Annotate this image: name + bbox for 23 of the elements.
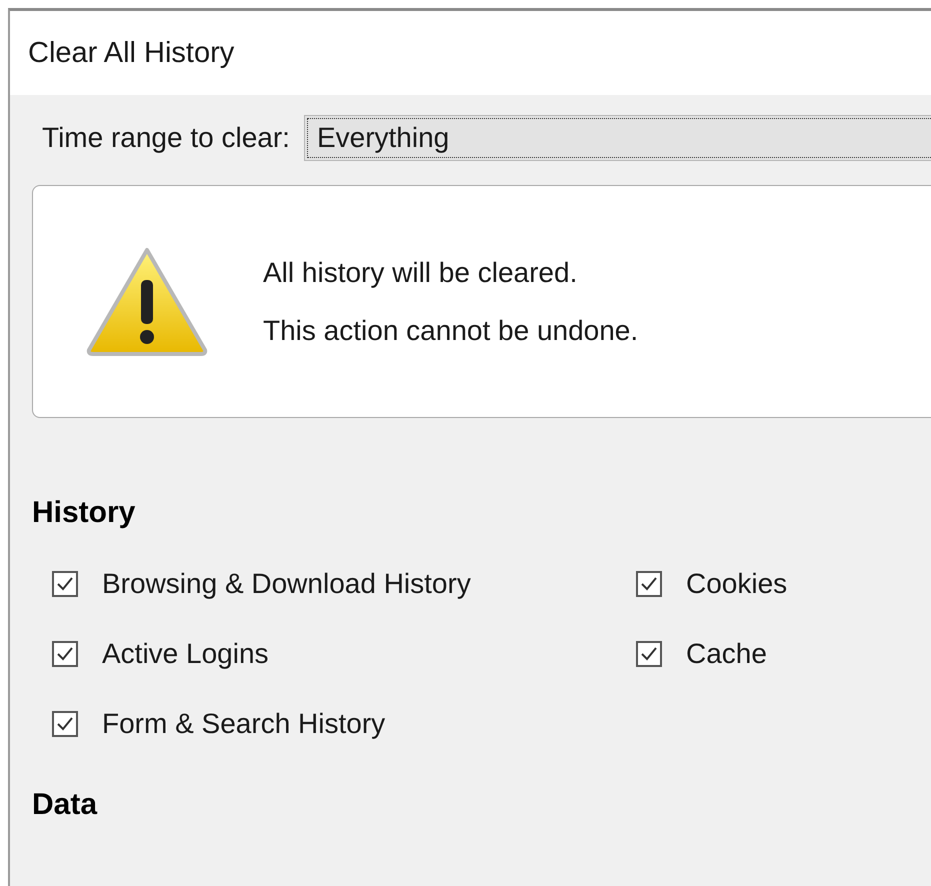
- checkmark-icon: [56, 576, 74, 592]
- time-range-label: Time range to clear:: [42, 122, 290, 154]
- checkbox[interactable]: [636, 571, 662, 597]
- checkmark-icon: [640, 576, 658, 592]
- section-heading: History: [32, 496, 136, 530]
- checkbox-option[interactable]: Cookies: [636, 568, 788, 600]
- checkmark-icon: [56, 646, 74, 662]
- section-heading: Data: [32, 788, 98, 822]
- checkbox-option[interactable]: Browsing & Download History: [52, 568, 471, 600]
- checkmark-icon: [56, 716, 74, 732]
- checkbox-option[interactable]: Cache: [636, 638, 767, 670]
- window-title: Clear All History: [28, 36, 234, 70]
- checkbox[interactable]: [52, 641, 78, 667]
- checkbox[interactable]: [52, 571, 78, 597]
- warning-text: All history will be cleared.: [263, 256, 578, 288]
- checkbox-option[interactable]: Active Logins: [52, 638, 269, 670]
- time-range-dropdown[interactable]: Everything: [304, 115, 931, 161]
- checkbox[interactable]: [636, 641, 662, 667]
- warning-text: This action cannot be undone.: [263, 314, 638, 346]
- checkbox[interactable]: [52, 711, 78, 737]
- warning-icon: [85, 246, 209, 358]
- checkmark-icon: [640, 646, 658, 662]
- checkbox-option[interactable]: Form & Search History: [52, 708, 386, 740]
